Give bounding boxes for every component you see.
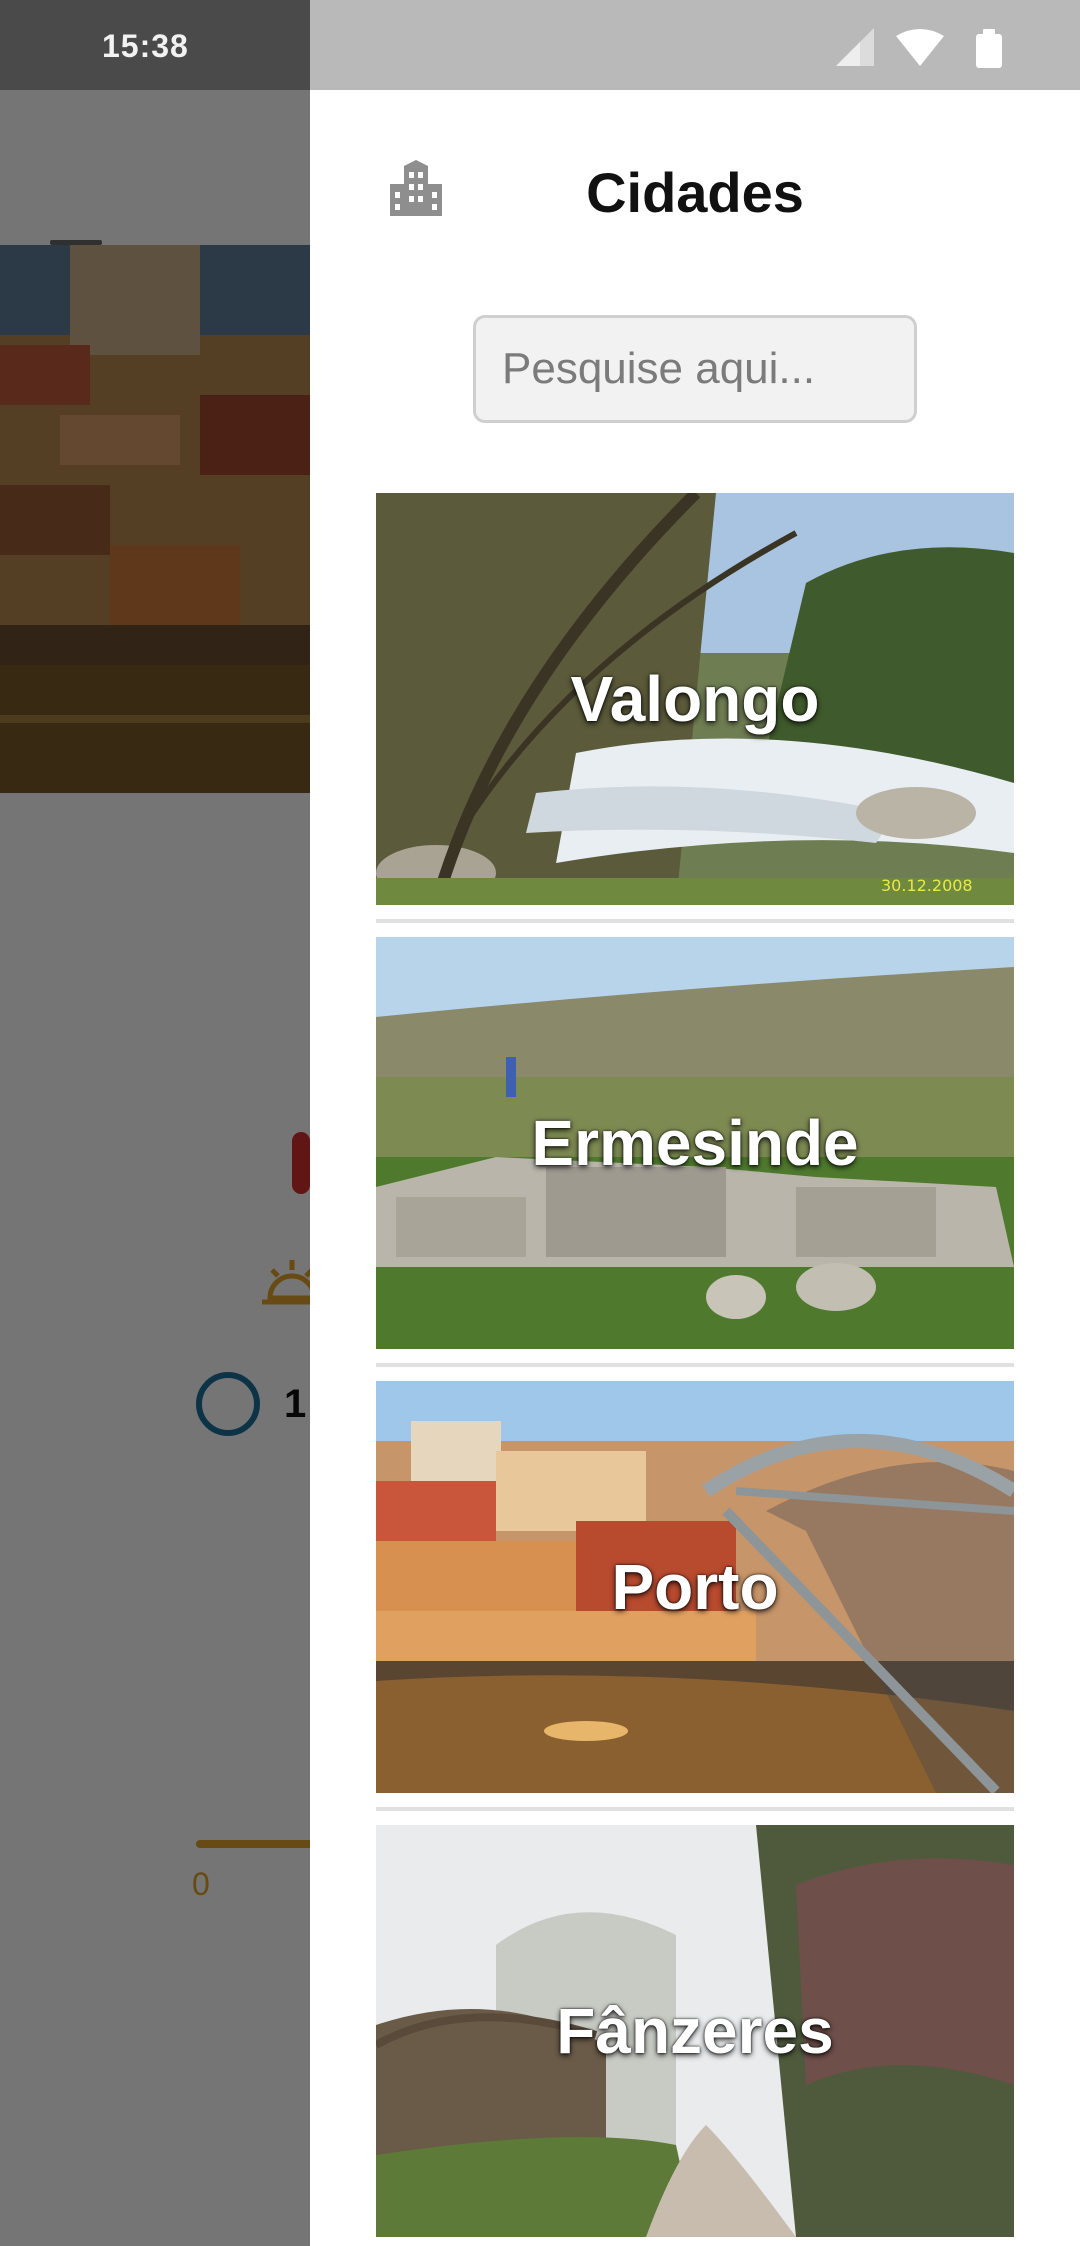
- drawer-header: Cidades: [310, 90, 1080, 240]
- city-name-valongo: Valongo: [570, 663, 820, 735]
- status-bar-left: 15:38: [0, 0, 310, 90]
- city-name-ermesinde: Ermesinde: [531, 1107, 859, 1179]
- city-card-fanzeres[interactable]: Fânzeres: [376, 1825, 1014, 2237]
- card-divider: [376, 1363, 1014, 1367]
- search-input[interactable]: [473, 315, 917, 423]
- city-card-ermesinde[interactable]: Ermesinde: [376, 937, 1014, 1349]
- city-name-porto: Porto: [611, 1551, 779, 1623]
- city-card-porto[interactable]: Porto: [376, 1381, 1014, 1793]
- city-card-valongo[interactable]: 30.12.2008 Valongo: [376, 493, 1014, 905]
- drawer-title: Cidades: [586, 161, 804, 224]
- status-bar-right: [310, 0, 1080, 90]
- cities-drawer: Cidades 30.12.2008 Valongo: [310, 90, 1080, 2246]
- signal-icon: [836, 28, 874, 66]
- city-name-fanzeres: Fânzeres: [556, 1995, 834, 2067]
- card-divider: [376, 1807, 1014, 1811]
- status-time: 15:38: [102, 28, 189, 64]
- battery-icon: [976, 29, 1002, 68]
- card-divider: [376, 919, 1014, 923]
- wifi-icon: [896, 29, 944, 66]
